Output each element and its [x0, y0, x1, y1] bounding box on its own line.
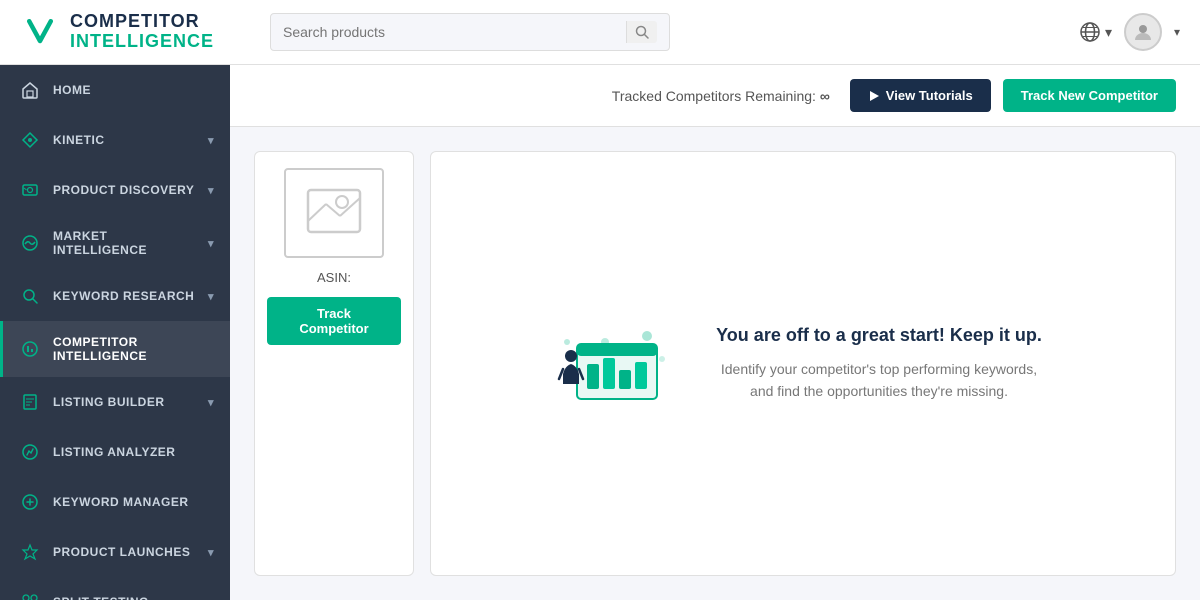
- info-content: You are off to a great start! Keep it up…: [557, 314, 1049, 414]
- body-layout: HOME KINETIC ▾ PRODUCT DISCOVERY ▾: [0, 65, 1200, 600]
- top-header: COMPETITOR INTELLIGENCE ▾: [0, 0, 1200, 65]
- listing-analyzer-icon: [19, 441, 41, 463]
- sidebar-item-listing-analyzer[interactable]: LISTING ANALYZER: [0, 427, 230, 477]
- product-image-placeholder: [284, 168, 384, 258]
- header-right: ▾ ▾: [1079, 13, 1180, 51]
- view-tutorials-button[interactable]: View Tutorials: [850, 79, 991, 112]
- sidebar-item-product-discovery[interactable]: PRODUCT DISCOVERY ▾: [0, 165, 230, 215]
- info-illustration: [557, 314, 677, 414]
- keyword-manager-icon: [19, 491, 41, 513]
- sidebar-item-kinetic[interactable]: KINETIC ▾: [0, 115, 230, 165]
- brand-top: COMPETITOR: [70, 12, 214, 32]
- search-button[interactable]: [626, 21, 657, 43]
- market-chevron: ▾: [208, 237, 214, 250]
- avatar-chevron[interactable]: ▾: [1174, 25, 1180, 39]
- sidebar: HOME KINETIC ▾ PRODUCT DISCOVERY ▾: [0, 65, 230, 600]
- discovery-icon: [19, 179, 41, 201]
- main-body: ASIN: Track Competitor: [230, 127, 1200, 600]
- kinetic-icon: [19, 129, 41, 151]
- track-new-competitor-button[interactable]: Track New Competitor: [1003, 79, 1176, 112]
- discovery-chevron: ▾: [208, 184, 214, 197]
- launches-chevron: ▾: [208, 546, 214, 559]
- sidebar-item-market-intelligence[interactable]: MARKET INTELLIGENCE ▾: [0, 215, 230, 271]
- asin-area: ASIN:: [317, 270, 351, 285]
- info-description: Identify your competitor's top performin…: [709, 358, 1049, 403]
- sidebar-item-product-launches[interactable]: PRODUCT LAUNCHES ▾: [0, 527, 230, 577]
- logo-area: COMPETITOR INTELLIGENCE: [20, 12, 250, 52]
- keyword-research-chevron: ▾: [208, 290, 214, 303]
- listing-builder-icon: [19, 391, 41, 413]
- kinetic-chevron: ▾: [208, 134, 214, 147]
- product-card: ASIN: Track Competitor: [254, 151, 414, 576]
- sidebar-item-home[interactable]: HOME: [0, 65, 230, 115]
- main-toolbar: Tracked Competitors Remaining: ∞ View Tu…: [230, 65, 1200, 127]
- sidebar-item-keyword-research[interactable]: KEYWORD RESEARCH ▾: [0, 271, 230, 321]
- search-input[interactable]: [283, 24, 618, 40]
- track-competitor-button[interactable]: Track Competitor: [267, 297, 401, 345]
- tracked-value: ∞: [820, 88, 830, 104]
- launches-icon: [19, 541, 41, 563]
- logo-icon: [20, 12, 60, 52]
- tracked-label: Tracked Competitors Remaining:: [612, 88, 816, 104]
- info-panel: You are off to a great start! Keep it up…: [430, 151, 1176, 576]
- sidebar-item-split-testing[interactable]: SPLIT TESTING: [0, 577, 230, 600]
- market-icon: [19, 232, 41, 254]
- tracked-info: Tracked Competitors Remaining: ∞: [612, 88, 830, 104]
- sidebar-item-listing-builder[interactable]: LISTING BUILDER ▾: [0, 377, 230, 427]
- globe-chevron: ▾: [1105, 24, 1112, 41]
- main-content: Tracked Competitors Remaining: ∞ View Tu…: [230, 65, 1200, 600]
- competitor-icon: [19, 338, 41, 360]
- sidebar-item-competitor-intelligence[interactable]: COMPETITOR INTELLIGENCE: [0, 321, 230, 377]
- sidebar-item-keyword-manager[interactable]: KEYWORD MANAGER: [0, 477, 230, 527]
- split-icon: [19, 591, 41, 600]
- search-bar: [270, 13, 670, 51]
- brand-name: COMPETITOR INTELLIGENCE: [70, 12, 214, 52]
- brand-bottom: INTELLIGENCE: [70, 32, 214, 52]
- keyword-icon: [19, 285, 41, 307]
- info-title: You are off to a great start! Keep it up…: [709, 325, 1049, 346]
- listing-builder-chevron: ▾: [208, 396, 214, 409]
- globe-button[interactable]: ▾: [1079, 21, 1112, 43]
- home-icon: [19, 79, 41, 101]
- avatar-button[interactable]: [1124, 13, 1162, 51]
- asin-label: ASIN:: [317, 270, 351, 285]
- info-text: You are off to a great start! Keep it up…: [709, 325, 1049, 403]
